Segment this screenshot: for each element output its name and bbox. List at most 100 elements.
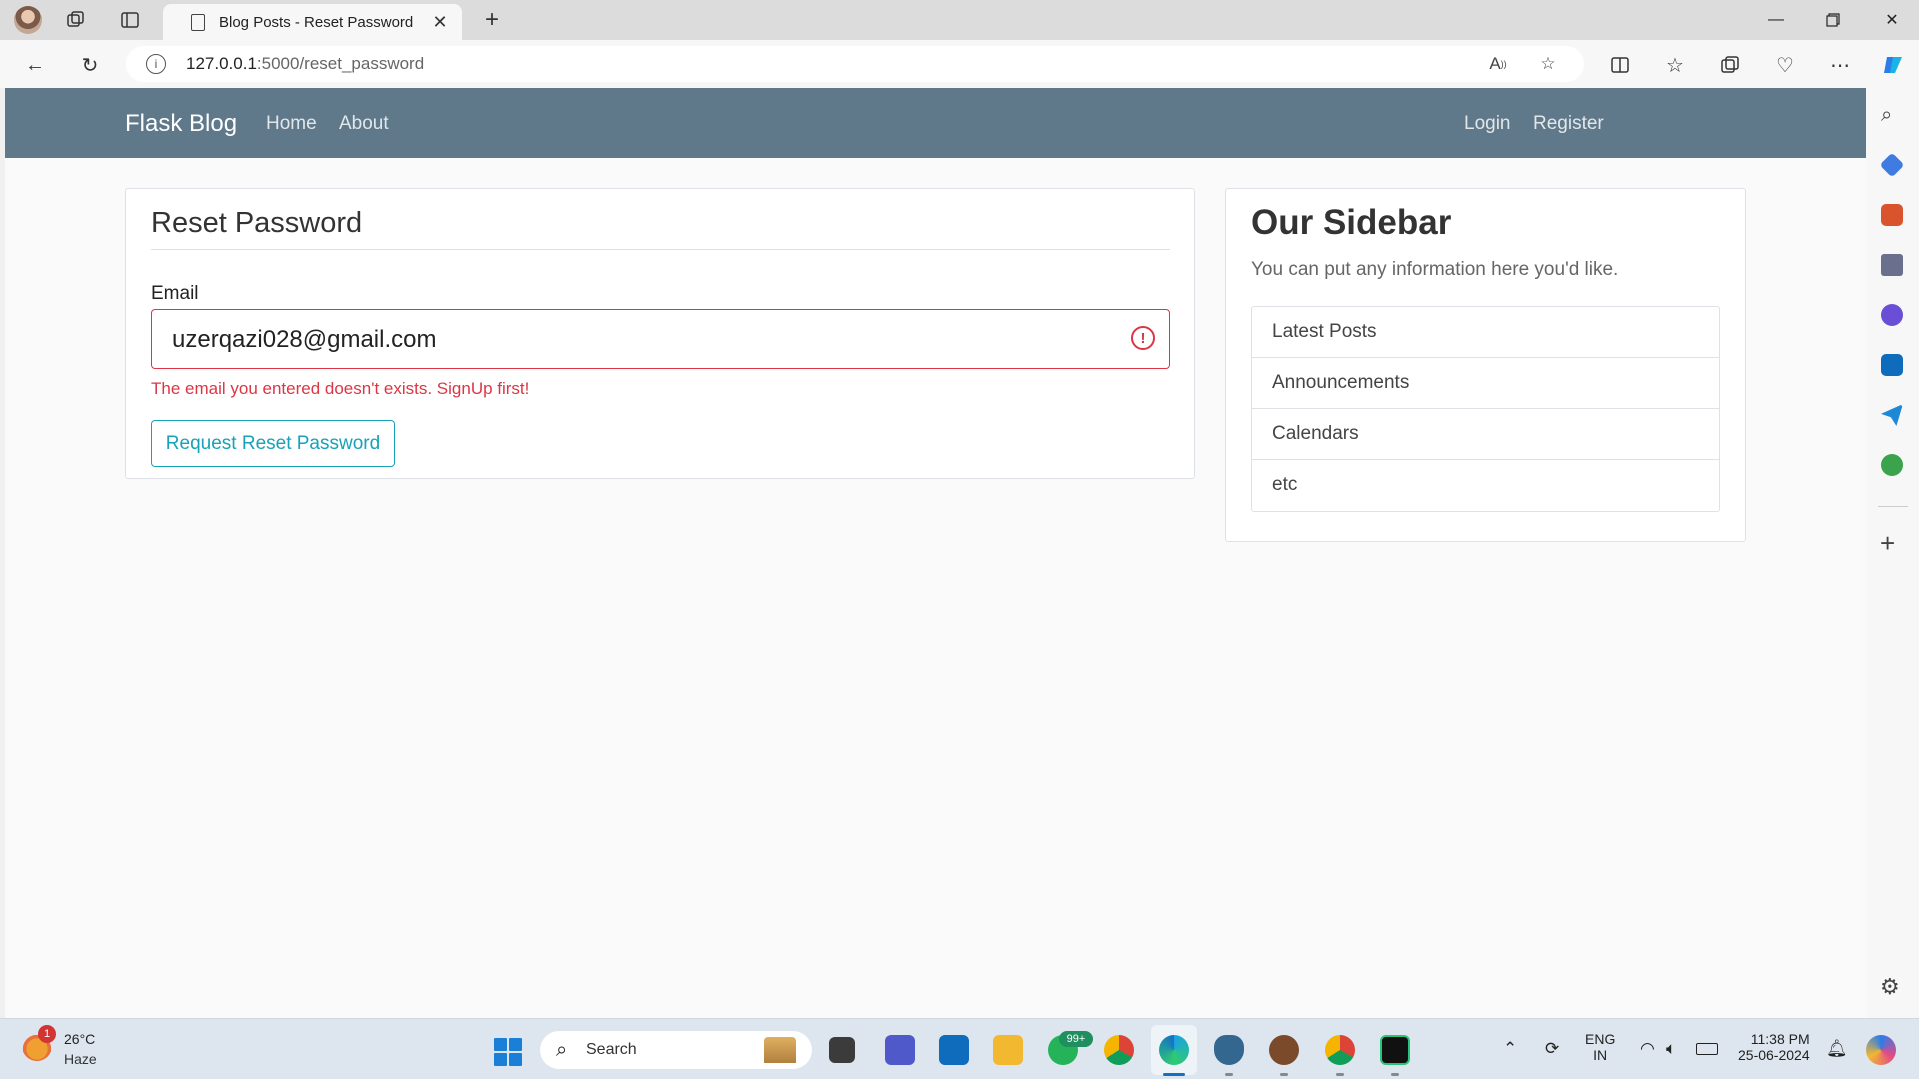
email-field[interactable]: uzerqazi028@gmail.com !: [151, 309, 1170, 369]
close-tab-icon[interactable]: ✕: [430, 12, 450, 33]
email-label: Email: [151, 283, 199, 304]
clock-date: 25-06-2024: [1738, 1047, 1810, 1063]
active-tab[interactable]: Blog Posts - Reset Password ✕: [163, 4, 462, 40]
send-icon[interactable]: [1881, 404, 1903, 426]
windows-taskbar: 1 26°C Haze ⌕ Search 99+ ⌃ ⟳ ENG IN ◠ 🔈︎…: [0, 1018, 1919, 1079]
url-path: :5000/reset_password: [256, 54, 425, 73]
sidebar-settings-icon[interactable]: ⚙: [1880, 974, 1900, 1000]
browser-sidebar: ⌕ + ⚙: [1866, 88, 1919, 1018]
sync-icon[interactable]: ⟳: [1545, 1039, 1559, 1059]
favorite-star-icon[interactable]: ☆: [1536, 52, 1560, 76]
chrome-icon[interactable]: [1104, 1035, 1134, 1065]
search-icon: ⌕: [556, 1039, 568, 1061]
whatsapp-badge: 99+: [1059, 1031, 1093, 1047]
more-options-icon[interactable]: ⋯: [1825, 50, 1855, 80]
request-reset-button[interactable]: Request Reset Password: [151, 420, 395, 467]
profile-avatar[interactable]: [14, 6, 42, 34]
chrome-profile-indicator: [1336, 1073, 1344, 1076]
weather-condition[interactable]: Haze: [64, 1051, 97, 1067]
battery-icon[interactable]: [1696, 1043, 1718, 1055]
search-highlight-image: [764, 1037, 796, 1063]
nav-register-link[interactable]: Register: [1533, 113, 1604, 135]
email-value: uzerqazi028@gmail.com: [172, 326, 437, 353]
tab-actions-icon[interactable]: [118, 8, 142, 32]
search-placeholder: Search: [586, 1041, 637, 1058]
nav-login-link[interactable]: Login: [1464, 113, 1511, 135]
sidebar-divider: [1878, 506, 1908, 507]
postgresql-indicator: [1225, 1073, 1233, 1076]
games-icon[interactable]: [1881, 254, 1903, 276]
sidebar-title: Our Sidebar: [1251, 203, 1452, 242]
copilot-taskbar-icon[interactable]: [1866, 1035, 1896, 1065]
legend-divider: [151, 249, 1170, 250]
edge-icon[interactable]: [1159, 1035, 1189, 1065]
volume-icon[interactable]: 🔈︎: [1666, 1039, 1676, 1059]
pycharm-icon[interactable]: [1380, 1035, 1410, 1065]
url-host: 127.0.0.1: [186, 54, 257, 73]
language-line1: ENG: [1585, 1031, 1616, 1047]
site-navbar: Flask Blog Home About Login Register: [5, 88, 1866, 158]
browser-tab-strip: Blog Posts - Reset Password ✕ + — ✕: [0, 0, 1919, 40]
sidebar-list: Latest Posts Announcements Calendars etc: [1251, 306, 1720, 512]
notifications-bell-icon[interactable]: 🔔︎: [1826, 1039, 1848, 1059]
weather-badge: 1: [38, 1025, 56, 1043]
nav-about-link[interactable]: About: [339, 113, 389, 135]
app-emblem-icon[interactable]: [1269, 1035, 1299, 1065]
email-error-message: The email you entered doesn't exists. Si…: [151, 379, 530, 398]
weather-temperature[interactable]: 26°C: [64, 1031, 95, 1047]
outlook-icon[interactable]: [1881, 354, 1903, 376]
sidebar-item-etc[interactable]: etc: [1252, 460, 1719, 511]
reset-password-card: Reset Password Email uzerqazi028@gmail.c…: [125, 188, 1195, 479]
url-text: 127.0.0.1:5000/reset_password: [186, 54, 424, 74]
collections-icon[interactable]: [1715, 50, 1745, 80]
favorites-icon[interactable]: ☆: [1660, 50, 1690, 80]
edge-active-indicator: [1163, 1073, 1185, 1076]
workspaces-icon[interactable]: [64, 8, 88, 32]
postgresql-icon[interactable]: [1214, 1035, 1244, 1065]
add-sidebar-app-icon[interactable]: +: [1880, 528, 1895, 559]
brand-link[interactable]: Flask Blog: [125, 110, 237, 138]
sidebar-item-latest-posts[interactable]: Latest Posts: [1252, 307, 1719, 358]
sidebar-item-announcements[interactable]: Announcements: [1252, 358, 1719, 409]
sidebar-card: Our Sidebar You can put any information …: [1225, 188, 1746, 542]
show-hidden-icons-chevron-icon[interactable]: ⌃: [1503, 1039, 1517, 1059]
refresh-icon[interactable]: ↻: [75, 50, 105, 80]
back-icon[interactable]: ←: [20, 50, 50, 80]
task-view-icon[interactable]: [829, 1037, 855, 1063]
shopping-tag-icon[interactable]: [1879, 152, 1905, 178]
close-window-icon[interactable]: ✕: [1872, 6, 1912, 34]
new-tab-icon[interactable]: +: [478, 6, 506, 34]
clock-time: 11:38 PM: [1750, 1031, 1810, 1047]
microsoft-365-icon[interactable]: [1881, 304, 1903, 326]
tree-icon[interactable]: [1881, 454, 1903, 476]
browser-essentials-icon[interactable]: ♡: [1770, 50, 1800, 80]
tools-icon[interactable]: [1881, 204, 1903, 226]
split-screen-icon[interactable]: [1605, 50, 1635, 80]
wifi-icon[interactable]: ◠: [1640, 1039, 1655, 1059]
sidebar-text: You can put any information here you'd l…: [1251, 259, 1619, 280]
mail-icon[interactable]: [939, 1035, 969, 1065]
pycharm-indicator: [1391, 1073, 1399, 1076]
language-indicator[interactable]: ENG IN: [1585, 1031, 1615, 1063]
restore-icon[interactable]: [1813, 6, 1853, 34]
teams-icon[interactable]: [885, 1035, 915, 1065]
file-explorer-icon[interactable]: [993, 1035, 1023, 1065]
clock[interactable]: 11:38 PM 25-06-2024: [1738, 1031, 1810, 1063]
error-icon: !: [1131, 326, 1155, 350]
web-page: Flask Blog Home About Login Register Res…: [5, 88, 1866, 1018]
form-legend: Reset Password: [151, 207, 363, 239]
chrome-profile-icon[interactable]: [1325, 1035, 1355, 1065]
taskbar-search[interactable]: ⌕ Search: [540, 1031, 812, 1069]
copilot-icon[interactable]: [1878, 50, 1908, 80]
site-info-icon[interactable]: i: [146, 54, 166, 74]
page-icon: [191, 13, 205, 31]
start-button-icon[interactable]: [494, 1038, 522, 1066]
nav-home-link[interactable]: Home: [266, 113, 317, 135]
sidebar-item-calendars[interactable]: Calendars: [1252, 409, 1719, 460]
emblem-indicator: [1280, 1073, 1288, 1076]
read-aloud-icon[interactable]: A)): [1486, 52, 1510, 76]
language-line2: IN: [1593, 1047, 1608, 1063]
address-bar[interactable]: i 127.0.0.1:5000/reset_password A)) ☆: [126, 46, 1584, 82]
minimize-icon[interactable]: —: [1756, 6, 1796, 34]
sidebar-search-icon[interactable]: ⌕: [1881, 104, 1903, 126]
